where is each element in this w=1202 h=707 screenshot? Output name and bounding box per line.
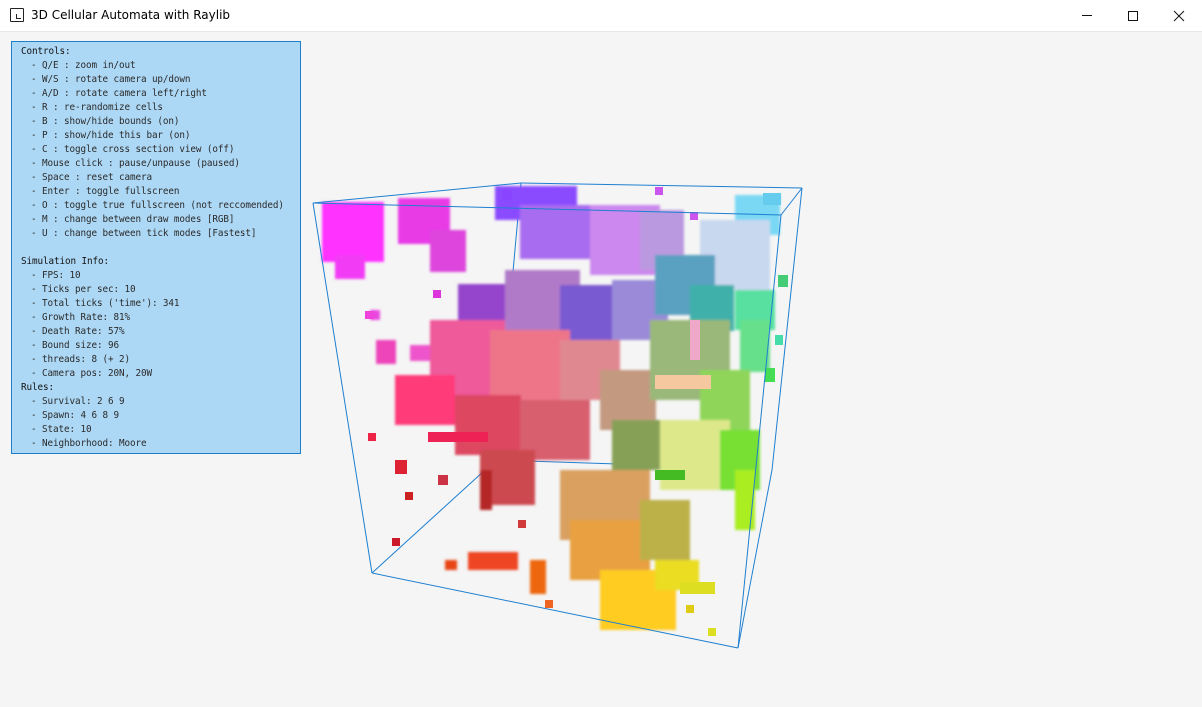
voxel [433,290,441,298]
control-tick-mode: - U : change between tick modes [Fastest… [31,228,257,239]
sim-bound-size: - Bound size: 96 [31,340,119,351]
sim-threads: - threads: 8 (+ 2) [31,354,130,365]
voxel [392,538,400,546]
sim-death-rate: - Death Rate: 57% [31,326,125,337]
rule-survival: - Survival: 2 6 9 [31,396,125,407]
voxel [518,520,526,528]
control-randomize: - R : re-randomize cells [31,102,163,113]
control-cross-section: - C : toggle cross section view (off) [31,144,235,155]
voxel-blob [335,255,365,279]
control-rotate-vertical: - W/S : rotate camera up/down [31,74,191,85]
sim-camera-pos: - Camera pos: 20N, 20W [31,368,152,379]
voxel [778,275,788,287]
voxel-blob [445,560,457,570]
voxel-blob [410,345,432,361]
sim-info-heading: Simulation Info: [21,256,109,267]
rule-neighborhood: - Neighborhood: Moore [31,438,147,449]
voxel [765,368,775,382]
voxel-bar [428,432,488,442]
voxel-blob [530,560,546,594]
control-bar: - P : show/hide this bar (on) [31,130,191,141]
sim-growth-rate: - Growth Rate: 81% [31,312,130,323]
voxel-blob [520,205,594,259]
voxel [763,193,781,205]
voxel [775,335,783,345]
voxel-bar [655,470,685,480]
voxel [686,605,694,613]
voxel [502,190,512,200]
voxel [368,433,376,441]
voxel [655,187,663,195]
control-draw-mode: - M : change between draw modes [RGB] [31,214,235,225]
rules-heading: Rules: [21,382,54,393]
voxel-blob [322,202,384,262]
controls-panel: Controls: - Q/E : zoom in/out - W/S : ro… [11,41,301,454]
sim-ticks-per-sec: - Ticks per sec: 10 [31,284,136,295]
sim-fps: - FPS: 10 [31,270,81,281]
voxel-blob [640,500,690,560]
voxel-blob [455,395,521,455]
voxel-blob [740,320,770,372]
control-fullscreen: - Enter : toggle fullscreen [31,186,180,197]
voxel-cluster [322,186,780,630]
rule-spawn: - Spawn: 4 6 8 9 [31,410,119,421]
voxel-blob [376,340,396,364]
voxel-blob [468,552,518,570]
voxel [395,460,407,474]
voxel [405,492,413,500]
rule-state: - State: 10 [31,424,92,435]
control-reset-camera: - Space : reset camera [31,172,152,183]
voxel-blob [480,470,492,510]
voxel-bar [655,375,711,389]
voxel-blob [395,375,455,425]
control-rotate-horizontal: - A/D : rotate camera left/right [31,88,207,99]
voxel [545,600,553,608]
voxel-bar [680,582,715,594]
control-pause: - Mouse click : pause/unpause (paused) [31,158,240,169]
voxel-blob [430,230,466,272]
sim-total-ticks: - Total ticks ('time'): 341 [31,298,180,309]
voxel-bar [690,320,700,360]
control-bounds: - B : show/hide bounds (on) [31,116,180,127]
voxel-blob [612,420,660,470]
voxel-blob [735,470,755,530]
voxel [365,311,375,319]
control-true-fullscreen: - O : toggle true fullscreen (not reccom… [31,200,284,211]
control-zoom: - Q/E : zoom in/out [31,60,136,71]
controls-heading: Controls: [21,46,71,57]
voxel [708,628,716,636]
voxel [438,475,448,485]
